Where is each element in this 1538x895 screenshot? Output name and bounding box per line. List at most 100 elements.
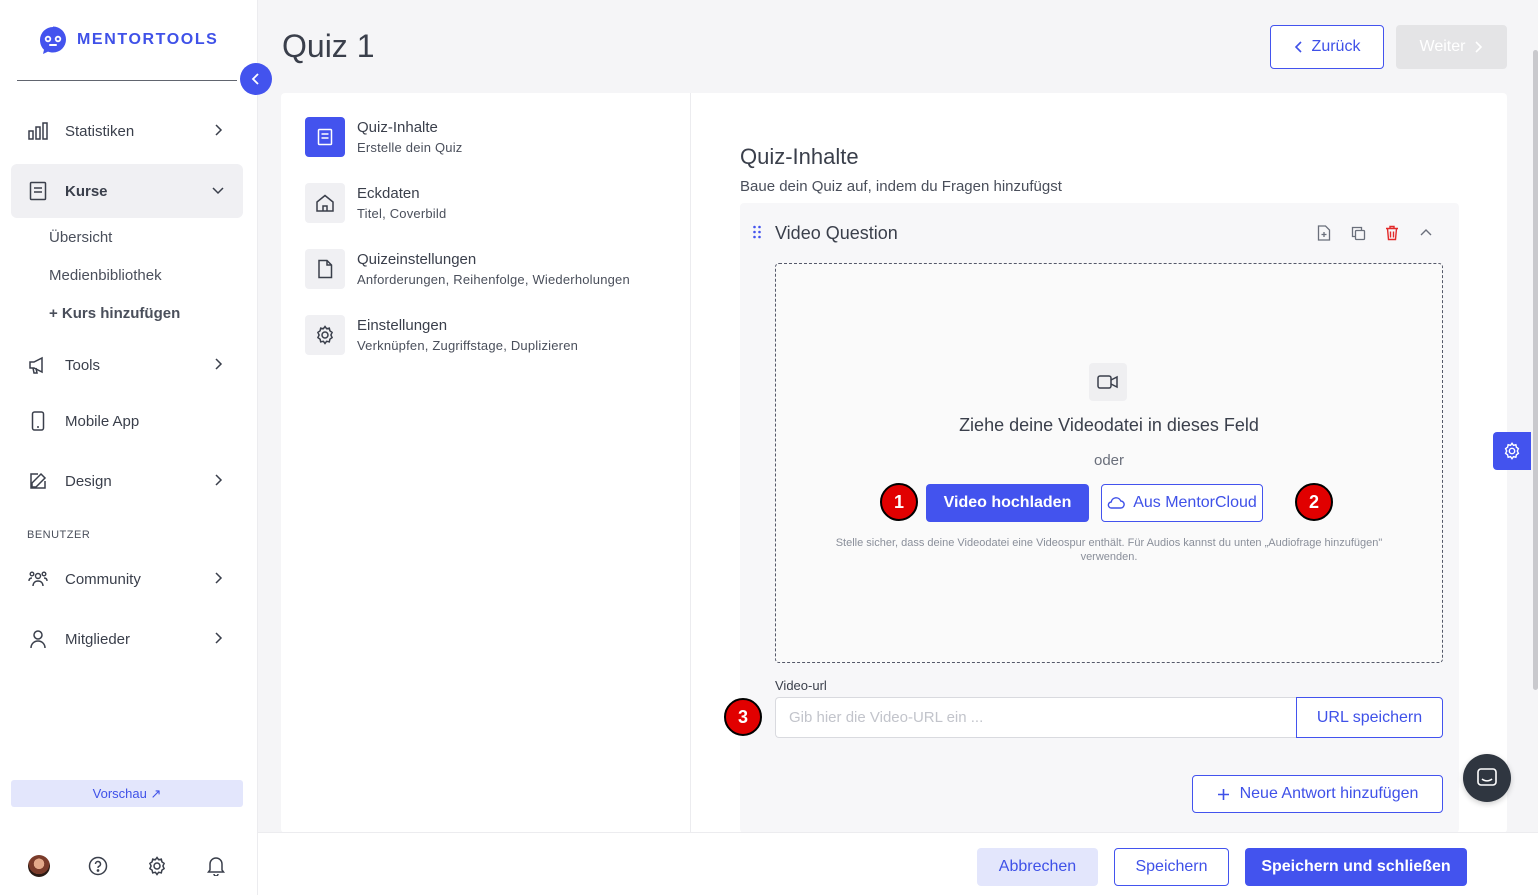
mentorcloud-button[interactable]: Aus MentorCloud	[1101, 484, 1263, 522]
help-icon[interactable]	[87, 855, 109, 877]
sidebar-item-kurse[interactable]: Kurse	[11, 164, 243, 218]
trash-icon[interactable]	[1384, 225, 1400, 241]
step-title: Quizeinstellungen	[357, 251, 477, 268]
drag-handle-icon[interactable]	[752, 225, 762, 239]
preview-button[interactable]: Vorschau ↗	[11, 780, 243, 807]
save-button[interactable]: Speichern	[1114, 848, 1229, 886]
dropzone-note: Stelle sicher, dass deine Videodatei ein…	[835, 537, 1383, 563]
megaphone-icon	[27, 354, 49, 376]
add-answer-button[interactable]: Neue Antwort hinzufügen	[1192, 775, 1443, 813]
phone-icon	[27, 410, 49, 432]
collapse-sidebar-button[interactable]	[240, 63, 272, 95]
step-subtitle: Anforderungen, Reihenfolge, Wiederholung…	[357, 272, 630, 287]
gear-icon[interactable]	[146, 855, 168, 877]
step-subtitle: Titel, Coverbild	[357, 206, 447, 221]
chat-launcher[interactable]	[1463, 754, 1511, 802]
step-einstellungen[interactable]: Einstellungen Verknüpfen, Zugriffstage, D…	[305, 315, 578, 355]
gear-icon	[1504, 442, 1520, 460]
back-button-label: Zurück	[1311, 38, 1361, 55]
scrollbar[interactable]	[1533, 50, 1538, 690]
bar-chart-icon	[27, 120, 49, 142]
sidebar-item-community[interactable]: Community	[11, 552, 243, 606]
sidebar-item-label: Design	[65, 472, 112, 490]
step-subtitle: Erstelle dein Quiz	[357, 140, 463, 155]
sidebar-subitem-medienbibliothek[interactable]: Medienbibliothek	[49, 267, 162, 284]
chevron-left-icon	[251, 73, 259, 85]
save-and-close-button[interactable]: Speichern und schließen	[1245, 848, 1467, 886]
floating-settings-button[interactable]	[1493, 432, 1531, 470]
sidebar-item-mitglieder[interactable]: Mitglieder	[11, 612, 243, 666]
sidebar-item-tools[interactable]: Tools	[11, 338, 243, 392]
video-camera-icon	[1089, 363, 1127, 401]
sidebar: MENTORTOOLS Statistiken Kurse Übersicht …	[0, 0, 258, 895]
sidebar-item-statistiken[interactable]: Statistiken	[11, 104, 243, 158]
annotation-marker: 1	[880, 483, 918, 521]
save-close-label: Speichern und schließen	[1261, 858, 1451, 875]
preview-button-label: Vorschau ↗	[92, 785, 162, 801]
steps-divider	[690, 93, 691, 833]
next-button-label: Weiter	[1419, 38, 1466, 55]
step-eckdaten[interactable]: Eckdaten Titel, Coverbild	[305, 183, 446, 223]
annotation-marker: 2	[1295, 483, 1333, 521]
plus-icon	[1217, 788, 1229, 800]
copy-icon[interactable]	[1350, 225, 1366, 241]
bell-icon[interactable]	[205, 855, 227, 877]
logo-text: MENTORTOOLS	[77, 31, 219, 48]
video-url-label: Video-url	[775, 678, 827, 693]
sidebar-subitem-uebersicht[interactable]: Übersicht	[49, 229, 112, 246]
step-title: Einstellungen	[357, 317, 448, 334]
video-url-input[interactable]	[775, 697, 1297, 738]
step-title: Eckdaten	[357, 185, 420, 202]
sidebar-item-label: Kurse	[65, 182, 108, 200]
page-title: Quiz 1	[282, 28, 375, 64]
annotation-marker: 3	[724, 698, 762, 736]
home-icon	[305, 183, 345, 223]
users-icon	[27, 568, 49, 590]
save-label: Speichern	[1135, 858, 1208, 875]
avatar[interactable]	[28, 855, 50, 877]
chevron-right-icon	[215, 572, 223, 584]
dropzone-title: Ziehe deine Videodatei in dieses Feld	[959, 415, 1259, 435]
chevron-up-icon[interactable]	[1418, 225, 1434, 241]
sidebar-item-label: Mitglieder	[65, 630, 131, 648]
sidebar-item-label: Mobile App	[65, 412, 140, 430]
chevron-right-icon	[215, 632, 223, 644]
mentorcloud-label: Aus MentorCloud	[1133, 494, 1257, 511]
content-title: Quiz-Inhalte	[740, 144, 859, 169]
chevron-left-icon	[1294, 41, 1302, 53]
book-icon	[305, 117, 345, 157]
step-subtitle: Verknüpfen, Zugriffstage, Duplizieren	[357, 338, 579, 353]
chevron-down-icon	[212, 187, 224, 195]
content-subtitle: Baue dein Quiz auf, indem du Fragen hinz…	[740, 178, 1062, 195]
chevron-right-icon	[215, 124, 223, 136]
logo-divider	[17, 80, 237, 81]
chevron-right-icon	[215, 358, 223, 370]
next-button[interactable]: Weiter	[1396, 25, 1507, 69]
sidebar-item-label: Community	[65, 570, 141, 588]
dropzone-or: oder	[1093, 452, 1125, 469]
save-url-label: URL speichern	[1316, 708, 1423, 726]
sidebar-subitem-kurs-hinzufuegen[interactable]: + Kurs hinzufügen	[49, 305, 180, 322]
step-quizeinstellungen[interactable]: Quizeinstellungen Anforderungen, Reihenfo…	[305, 249, 630, 289]
section-label-benutzer: BENUTZER	[27, 529, 91, 541]
cancel-label: Abbrechen	[998, 858, 1077, 875]
chat-icon	[1477, 768, 1497, 786]
upload-video-label: Video hochladen	[943, 494, 1072, 511]
step-quiz-inhalte[interactable]: Quiz-Inhalte Erstelle dein Quiz	[305, 117, 462, 157]
sidebar-item-label: Statistiken	[65, 122, 135, 140]
back-button[interactable]: Zurück	[1270, 25, 1384, 69]
upload-video-button[interactable]: Video hochladen	[926, 484, 1089, 522]
cancel-button[interactable]: Abbrechen	[977, 848, 1098, 886]
question-title: Video Question	[775, 223, 898, 243]
pencil-icon	[27, 470, 49, 492]
chevron-right-icon	[1475, 41, 1483, 53]
sidebar-item-label: Tools	[65, 356, 101, 374]
save-url-button[interactable]: URL speichern	[1296, 697, 1443, 738]
gear-icon	[305, 315, 345, 355]
step-title: Quiz-Inhalte	[357, 119, 438, 136]
sidebar-item-mobile-app[interactable]: Mobile App	[11, 394, 243, 448]
sidebar-item-design[interactable]: Design	[11, 454, 243, 508]
logo-robot-icon	[40, 26, 66, 54]
add-file-icon[interactable]	[1316, 225, 1332, 241]
logo[interactable]: MENTORTOOLS	[37, 24, 218, 56]
